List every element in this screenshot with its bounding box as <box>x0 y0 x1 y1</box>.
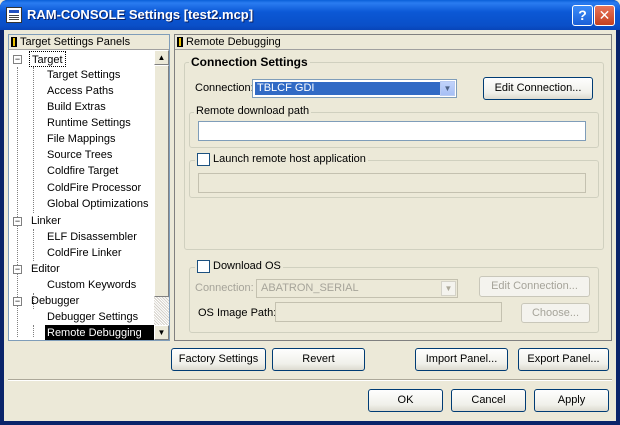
panel-header-icon <box>11 37 17 47</box>
expander-target-icon[interactable]: − <box>13 55 22 64</box>
remote-download-input[interactable] <box>198 121 586 141</box>
tree-item-build-extras[interactable]: Build Extras <box>45 99 108 115</box>
download-os-row: Download OS <box>195 260 283 273</box>
window-title: RAM-CONSOLE Settings [test2.mcp] <box>27 7 254 22</box>
tree-item-debugger[interactable]: Debugger <box>29 293 81 309</box>
tree-item-elf-disassembler[interactable]: ELF Disassembler <box>45 229 139 245</box>
launch-remote-row: Launch remote host application <box>195 153 368 166</box>
launch-remote-checkbox[interactable] <box>197 153 210 166</box>
choose-button[interactable]: Choose... <box>521 303 590 323</box>
launch-remote-label: Launch remote host application <box>213 153 366 165</box>
download-os-checkbox[interactable] <box>197 260 210 273</box>
tree-item-linker[interactable]: Linker <box>29 213 63 229</box>
os-connection-select[interactable]: ABATRON_SERIAL ▼ <box>256 279 458 298</box>
separator <box>8 379 612 381</box>
remote-download-label: Remote download path <box>194 105 312 117</box>
remote-debugging-panel: Remote Debugging Connection Settings Con… <box>174 34 612 341</box>
os-image-path-label: OS Image Path: <box>198 307 277 319</box>
revert-button[interactable]: Revert <box>272 348 365 371</box>
right-panel-title: Remote Debugging <box>186 36 281 48</box>
factory-settings-button[interactable]: Factory Settings <box>171 348 266 371</box>
panel-header-icon <box>177 37 183 47</box>
dialog-client-area: Target Settings Panels − Target Target S… <box>4 30 616 421</box>
os-edit-connection-button[interactable]: Edit Connection... <box>479 276 590 297</box>
edit-connection-button[interactable]: Edit Connection... <box>483 77 593 100</box>
os-connection-label: Connection: <box>195 282 254 294</box>
ok-button[interactable]: OK <box>368 389 443 412</box>
tree-scrollbar[interactable]: ▲ ▼ <box>154 50 169 340</box>
title-bar[interactable]: RAM-CONSOLE Settings [test2.mcp] ? ✕ <box>0 0 620 30</box>
import-panel-button[interactable]: Import Panel... <box>415 348 508 371</box>
scrollbar-thumb[interactable] <box>154 65 169 297</box>
expander-debugger-icon[interactable]: − <box>13 297 22 306</box>
connection-label: Connection: <box>195 82 254 94</box>
dropdown-arrow-icon[interactable]: ▼ <box>441 281 456 296</box>
connection-settings-title: Connection Settings <box>189 55 310 69</box>
dropdown-arrow-icon[interactable]: ▼ <box>440 81 455 96</box>
tree-line <box>33 229 34 261</box>
connection-select[interactable]: TBLCF GDI ▼ <box>252 79 457 98</box>
tree-item-coldfire-linker[interactable]: ColdFire Linker <box>45 245 124 261</box>
tree-item-coldfire-processor[interactable]: ColdFire Processor <box>45 180 143 196</box>
cancel-button[interactable]: Cancel <box>451 389 526 412</box>
scrollbar-track[interactable] <box>154 297 169 325</box>
export-panel-button[interactable]: Export Panel... <box>518 348 609 371</box>
settings-window: RAM-CONSOLE Settings [test2.mcp] ? ✕ Tar… <box>0 0 620 425</box>
tree-line <box>33 325 34 337</box>
tree-item-editor[interactable]: Editor <box>29 261 62 277</box>
tree-item-runtime-settings[interactable]: Runtime Settings <box>45 115 133 131</box>
expander-editor-icon[interactable]: − <box>13 265 22 274</box>
tree-item-access-paths[interactable]: Access Paths <box>45 83 116 99</box>
tree-item-custom-keywords[interactable]: Custom Keywords <box>45 277 138 293</box>
tree-item-target-settings[interactable]: Target Settings <box>45 67 122 83</box>
expander-linker-icon[interactable]: − <box>13 217 22 226</box>
tree-line <box>33 67 34 213</box>
scroll-up-icon[interactable]: ▲ <box>154 50 169 65</box>
settings-tree-panel: Target Settings Panels − Target Target S… <box>8 34 170 341</box>
tree-panel-header: Target Settings Panels <box>9 35 169 50</box>
settings-app-icon <box>6 7 22 23</box>
tree-item-source-trees[interactable]: Source Trees <box>45 147 114 163</box>
tree-item-target[interactable]: Target <box>29 51 66 67</box>
tree-item-global-optimizations[interactable]: Global Optimizations <box>45 196 151 212</box>
help-button[interactable]: ? <box>572 5 593 26</box>
tree-panel-title: Target Settings Panels <box>20 36 131 48</box>
launch-remote-input[interactable] <box>198 173 586 193</box>
apply-button[interactable]: Apply <box>534 389 609 412</box>
connection-selected-value: TBLCF GDI <box>255 82 440 95</box>
tree-item-remote-debugging[interactable]: Remote Debugging <box>45 325 155 340</box>
tree-item-debugger-settings[interactable]: Debugger Settings <box>45 309 140 325</box>
download-os-label: Download OS <box>213 260 281 272</box>
right-panel-header: Remote Debugging <box>175 35 611 50</box>
tree-item-coldfire-target[interactable]: Coldfire Target <box>45 163 120 179</box>
scroll-down-icon[interactable]: ▼ <box>154 325 169 340</box>
os-image-path-input[interactable] <box>275 302 502 322</box>
tree-item-file-mappings[interactable]: File Mappings <box>45 131 117 147</box>
os-connection-value: ABATRON_SERIAL <box>261 282 359 294</box>
close-button[interactable]: ✕ <box>594 5 615 26</box>
